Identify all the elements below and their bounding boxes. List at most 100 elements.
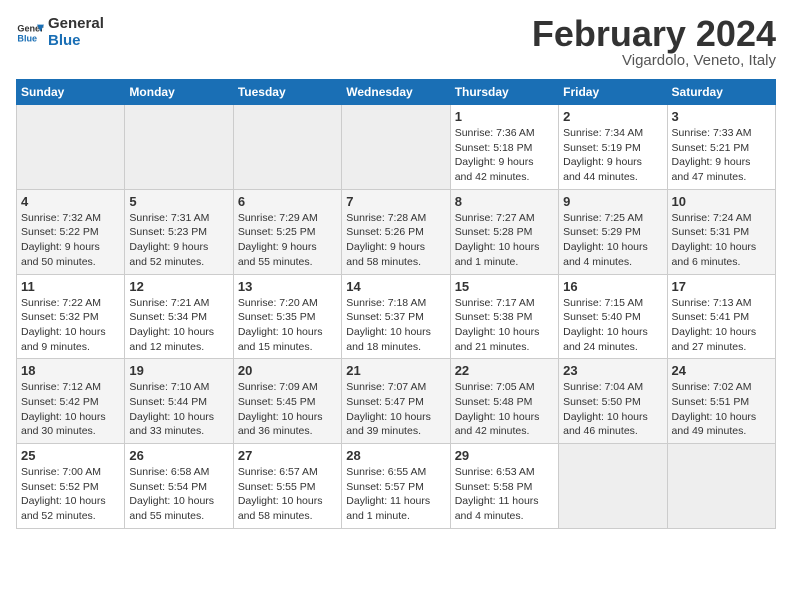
calendar-cell: 27Sunrise: 6:57 AMSunset: 5:55 PMDayligh… [233, 444, 341, 529]
calendar-cell: 6 Sunrise: 7:29 AMSunset: 5:25 PMDaylight… [233, 189, 341, 274]
day-number: 5 [129, 194, 228, 209]
day-info: Sunrise: 7:24 AMSunset: 5:31 PMDaylight:… [672, 211, 771, 270]
day-info: Sunrise: 7:27 AMSunset: 5:28 PMDaylight:… [455, 211, 554, 270]
calendar-cell: 12 Sunrise: 7:21 AMSunset: 5:34 PMDayligh… [125, 274, 233, 359]
svg-text:Blue: Blue [17, 33, 37, 43]
calendar-cell: 25 Sunrise: 7:00 AMSunset: 5:52 PMDayligh… [17, 444, 125, 529]
calendar-cell: 14 Sunrise: 7:18 AMSunset: 5:37 PMDayligh… [342, 274, 450, 359]
col-header-wednesday: Wednesday [342, 80, 450, 105]
day-number: 13 [238, 279, 337, 294]
day-number: 24 [672, 363, 771, 378]
calendar-cell: 19 Sunrise: 7:10 AMSunset: 5:44 PMDayligh… [125, 359, 233, 444]
day-info: Sunrise: 7:33 AMSunset: 5:21 PMDaylight:… [672, 126, 771, 185]
day-number: 23 [563, 363, 662, 378]
day-number: 1 [455, 109, 554, 124]
calendar-cell: 13Sunrise: 7:20 AMSunset: 5:35 PMDayligh… [233, 274, 341, 359]
col-header-monday: Monday [125, 80, 233, 105]
calendar-cell: 15 Sunrise: 7:17 AMSunset: 5:38 PMDayligh… [450, 274, 558, 359]
calendar-week-row: 4 Sunrise: 7:32 AMSunset: 5:22 PMDaylight… [17, 189, 776, 274]
calendar-body: 1 Sunrise: 7:36 AMSunset: 5:18 PMDaylight… [17, 105, 776, 529]
day-number: 14 [346, 279, 445, 294]
day-info: Sunrise: 6:55 AMSunset: 5:57 PMDaylight:… [346, 465, 445, 524]
day-info: Sunrise: 7:05 AMSunset: 5:48 PMDaylight:… [455, 380, 554, 439]
calendar-cell: 21 Sunrise: 7:07 AMSunset: 5:47 PMDayligh… [342, 359, 450, 444]
day-number: 26 [129, 448, 228, 463]
calendar-cell: 18Sunrise: 7:12 AMSunset: 5:42 PMDayligh… [17, 359, 125, 444]
calendar-cell: 8Sunrise: 7:27 AMSunset: 5:28 PMDaylight… [450, 189, 558, 274]
calendar-cell: 11Sunrise: 7:22 AMSunset: 5:32 PMDayligh… [17, 274, 125, 359]
day-info: Sunrise: 7:21 AMSunset: 5:34 PMDaylight:… [129, 296, 228, 355]
day-info: Sunrise: 7:09 AMSunset: 5:45 PMDaylight:… [238, 380, 337, 439]
day-info: Sunrise: 7:04 AMSunset: 5:50 PMDaylight:… [563, 380, 662, 439]
day-info: Sunrise: 7:10 AMSunset: 5:44 PMDaylight:… [129, 380, 228, 439]
day-info: Sunrise: 7:34 AMSunset: 5:19 PMDaylight:… [563, 126, 662, 185]
day-number: 12 [129, 279, 228, 294]
calendar-cell: 9 Sunrise: 7:25 AMSunset: 5:29 PMDaylight… [559, 189, 667, 274]
day-info: Sunrise: 7:12 AMSunset: 5:42 PMDaylight:… [21, 380, 120, 439]
col-header-thursday: Thursday [450, 80, 558, 105]
calendar-week-row: 11Sunrise: 7:22 AMSunset: 5:32 PMDayligh… [17, 274, 776, 359]
day-number: 7 [346, 194, 445, 209]
calendar-cell: 23 Sunrise: 7:04 AMSunset: 5:50 PMDayligh… [559, 359, 667, 444]
day-info: Sunrise: 7:22 AMSunset: 5:32 PMDaylight:… [21, 296, 120, 355]
calendar-week-row: 18Sunrise: 7:12 AMSunset: 5:42 PMDayligh… [17, 359, 776, 444]
day-info: Sunrise: 6:53 AMSunset: 5:58 PMDaylight:… [455, 465, 554, 524]
day-info: Sunrise: 7:13 AMSunset: 5:41 PMDaylight:… [672, 296, 771, 355]
col-header-saturday: Saturday [667, 80, 775, 105]
calendar-cell: 29Sunrise: 6:53 AMSunset: 5:58 PMDayligh… [450, 444, 558, 529]
calendar-cell: 2 Sunrise: 7:34 AMSunset: 5:19 PMDaylight… [559, 105, 667, 190]
day-number: 19 [129, 363, 228, 378]
day-info: Sunrise: 7:07 AMSunset: 5:47 PMDaylight:… [346, 380, 445, 439]
calendar-cell: 22 Sunrise: 7:05 AMSunset: 5:48 PMDayligh… [450, 359, 558, 444]
calendar-cell: 24Sunrise: 7:02 AMSunset: 5:51 PMDayligh… [667, 359, 775, 444]
day-number: 2 [563, 109, 662, 124]
day-info: Sunrise: 7:36 AMSunset: 5:18 PMDaylight:… [455, 126, 554, 185]
day-info: Sunrise: 7:25 AMSunset: 5:29 PMDaylight:… [563, 211, 662, 270]
day-number: 17 [672, 279, 771, 294]
header: General Blue General Blue February 2024 … [16, 16, 776, 69]
col-header-friday: Friday [559, 80, 667, 105]
day-number: 9 [563, 194, 662, 209]
calendar-cell [667, 444, 775, 529]
calendar-title: February 2024 [532, 16, 776, 52]
calendar-cell [233, 105, 341, 190]
day-info: Sunrise: 6:58 AMSunset: 5:54 PMDaylight:… [129, 465, 228, 524]
day-number: 4 [21, 194, 120, 209]
calendar-cell: 28 Sunrise: 6:55 AMSunset: 5:57 PMDayligh… [342, 444, 450, 529]
calendar-cell [17, 105, 125, 190]
calendar-cell: 3 Sunrise: 7:33 AMSunset: 5:21 PMDaylight… [667, 105, 775, 190]
day-number: 25 [21, 448, 120, 463]
logo: General Blue General Blue [16, 16, 104, 49]
day-number: 6 [238, 194, 337, 209]
calendar-cell: 4 Sunrise: 7:32 AMSunset: 5:22 PMDaylight… [17, 189, 125, 274]
calendar-cell: 26 Sunrise: 6:58 AMSunset: 5:54 PMDayligh… [125, 444, 233, 529]
day-info: Sunrise: 7:31 AMSunset: 5:23 PMDaylight:… [129, 211, 228, 270]
logo-line1: General [48, 16, 104, 33]
day-number: 20 [238, 363, 337, 378]
col-header-tuesday: Tuesday [233, 80, 341, 105]
calendar-cell: 1 Sunrise: 7:36 AMSunset: 5:18 PMDaylight… [450, 105, 558, 190]
col-header-sunday: Sunday [17, 80, 125, 105]
day-info: Sunrise: 7:15 AMSunset: 5:40 PMDaylight:… [563, 296, 662, 355]
day-info: Sunrise: 7:17 AMSunset: 5:38 PMDaylight:… [455, 296, 554, 355]
day-number: 16 [563, 279, 662, 294]
calendar-header-row: SundayMondayTuesdayWednesdayThursdayFrid… [17, 80, 776, 105]
calendar-cell: 7Sunrise: 7:28 AMSunset: 5:26 PMDaylight… [342, 189, 450, 274]
day-info: Sunrise: 6:57 AMSunset: 5:55 PMDaylight:… [238, 465, 337, 524]
day-number: 3 [672, 109, 771, 124]
day-info: Sunrise: 7:32 AMSunset: 5:22 PMDaylight:… [21, 211, 120, 270]
calendar-cell [559, 444, 667, 529]
title-area: February 2024 Vigardolo, Veneto, Italy [532, 16, 776, 69]
logo-icon: General Blue [16, 19, 44, 47]
day-number: 28 [346, 448, 445, 463]
calendar-subtitle: Vigardolo, Veneto, Italy [532, 52, 776, 69]
calendar-week-row: 1 Sunrise: 7:36 AMSunset: 5:18 PMDaylight… [17, 105, 776, 190]
calendar-cell: 17 Sunrise: 7:13 AMSunset: 5:41 PMDayligh… [667, 274, 775, 359]
day-info: Sunrise: 7:29 AMSunset: 5:25 PMDaylight:… [238, 211, 337, 270]
day-info: Sunrise: 7:18 AMSunset: 5:37 PMDaylight:… [346, 296, 445, 355]
day-number: 15 [455, 279, 554, 294]
day-number: 22 [455, 363, 554, 378]
calendar-cell: 20 Sunrise: 7:09 AMSunset: 5:45 PMDayligh… [233, 359, 341, 444]
day-number: 21 [346, 363, 445, 378]
day-info: Sunrise: 7:00 AMSunset: 5:52 PMDaylight:… [21, 465, 120, 524]
